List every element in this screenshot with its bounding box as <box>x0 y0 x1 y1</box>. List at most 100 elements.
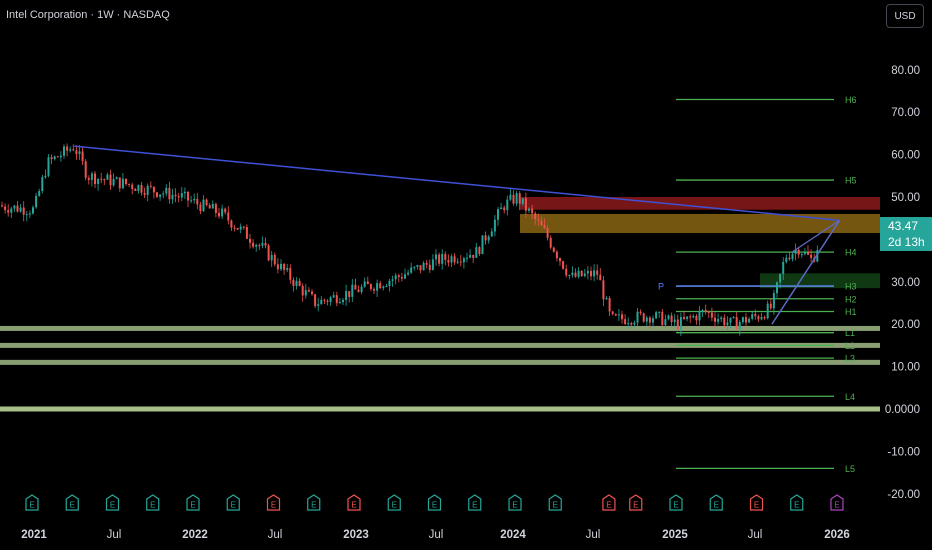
candle[interactable] <box>72 149 75 151</box>
candle[interactable] <box>425 262 428 265</box>
candle[interactable] <box>261 242 264 246</box>
candle[interactable] <box>788 257 791 260</box>
candle[interactable] <box>791 253 794 260</box>
candle[interactable] <box>168 187 171 200</box>
candle[interactable] <box>84 161 87 178</box>
candle[interactable] <box>187 191 189 201</box>
candle[interactable] <box>236 228 239 230</box>
candle[interactable] <box>19 207 22 212</box>
candle[interactable] <box>140 185 143 193</box>
candle[interactable] <box>676 319 679 330</box>
candle[interactable] <box>224 208 227 213</box>
candle[interactable] <box>748 318 751 323</box>
candle[interactable] <box>252 242 255 247</box>
candle[interactable] <box>205 199 208 206</box>
candle[interactable] <box>314 294 317 306</box>
candle[interactable] <box>621 314 623 320</box>
candle[interactable] <box>394 275 397 280</box>
candle[interactable] <box>379 283 382 289</box>
candle[interactable] <box>528 208 530 211</box>
candle[interactable] <box>397 275 400 277</box>
candle[interactable] <box>391 279 394 281</box>
candle[interactable] <box>307 290 310 292</box>
candle[interactable] <box>137 185 140 191</box>
candle[interactable] <box>53 156 56 160</box>
currency-button[interactable]: USD <box>886 4 924 28</box>
candle[interactable] <box>608 298 611 312</box>
candle[interactable] <box>115 177 118 180</box>
candle[interactable] <box>304 290 307 296</box>
candle[interactable] <box>419 265 422 271</box>
candle[interactable] <box>704 309 707 312</box>
candle[interactable] <box>655 312 658 319</box>
candle[interactable] <box>56 156 59 158</box>
candle[interactable] <box>152 186 155 193</box>
candle[interactable] <box>738 322 741 330</box>
candle[interactable] <box>512 194 515 204</box>
candle[interactable] <box>267 245 270 261</box>
candle[interactable] <box>518 193 521 204</box>
candle[interactable] <box>723 317 726 326</box>
candle[interactable] <box>698 311 701 321</box>
candle[interactable] <box>214 203 217 213</box>
candle[interactable] <box>586 270 589 274</box>
candle[interactable] <box>543 225 546 229</box>
candle[interactable] <box>298 280 301 286</box>
candle[interactable] <box>410 267 413 273</box>
candle[interactable] <box>159 194 162 197</box>
candle[interactable] <box>673 319 676 323</box>
candle[interactable] <box>450 256 453 263</box>
candle[interactable] <box>800 254 803 256</box>
candle[interactable] <box>652 318 654 323</box>
candle[interactable] <box>78 151 81 154</box>
candle[interactable] <box>453 256 456 263</box>
candle[interactable] <box>416 265 419 267</box>
candle[interactable] <box>345 291 348 300</box>
candle[interactable] <box>363 281 366 287</box>
candle[interactable] <box>16 205 19 212</box>
candle[interactable] <box>292 279 295 286</box>
candle[interactable] <box>44 175 47 178</box>
candle[interactable] <box>741 317 744 323</box>
candle[interactable] <box>565 268 568 276</box>
candle[interactable] <box>317 304 320 306</box>
candle[interactable] <box>320 299 323 305</box>
candle[interactable] <box>785 257 788 263</box>
candle[interactable] <box>428 264 431 270</box>
candle[interactable] <box>156 192 158 197</box>
candle[interactable] <box>580 270 583 277</box>
candle[interactable] <box>332 295 335 298</box>
candle[interactable] <box>614 314 617 316</box>
candle[interactable] <box>639 311 642 314</box>
candle[interactable] <box>171 194 174 200</box>
candle[interactable] <box>487 236 490 241</box>
candle[interactable] <box>407 272 410 275</box>
candle[interactable] <box>729 317 732 323</box>
candle[interactable] <box>286 268 289 270</box>
candle[interactable] <box>630 323 633 325</box>
candle[interactable] <box>280 263 282 270</box>
candle[interactable] <box>190 200 193 202</box>
candle[interactable] <box>571 272 574 276</box>
candle[interactable] <box>376 283 379 291</box>
candle[interactable] <box>431 259 434 270</box>
candle[interactable] <box>283 263 286 270</box>
candle[interactable] <box>63 146 65 156</box>
candle[interactable] <box>183 191 186 194</box>
candle[interactable] <box>335 295 338 304</box>
candle[interactable] <box>239 226 242 230</box>
candle[interactable] <box>549 237 552 248</box>
candle[interactable] <box>103 179 106 181</box>
candle[interactable] <box>732 317 735 319</box>
candle[interactable] <box>531 208 534 214</box>
candle[interactable] <box>810 254 813 258</box>
candle[interactable] <box>270 254 273 261</box>
candle[interactable] <box>276 264 279 270</box>
candle[interactable] <box>760 317 763 320</box>
candle[interactable] <box>360 286 363 293</box>
candle[interactable] <box>422 262 425 271</box>
candle[interactable] <box>509 194 512 200</box>
candle[interactable] <box>438 254 441 264</box>
candle[interactable] <box>348 291 351 297</box>
candle[interactable] <box>258 245 261 247</box>
